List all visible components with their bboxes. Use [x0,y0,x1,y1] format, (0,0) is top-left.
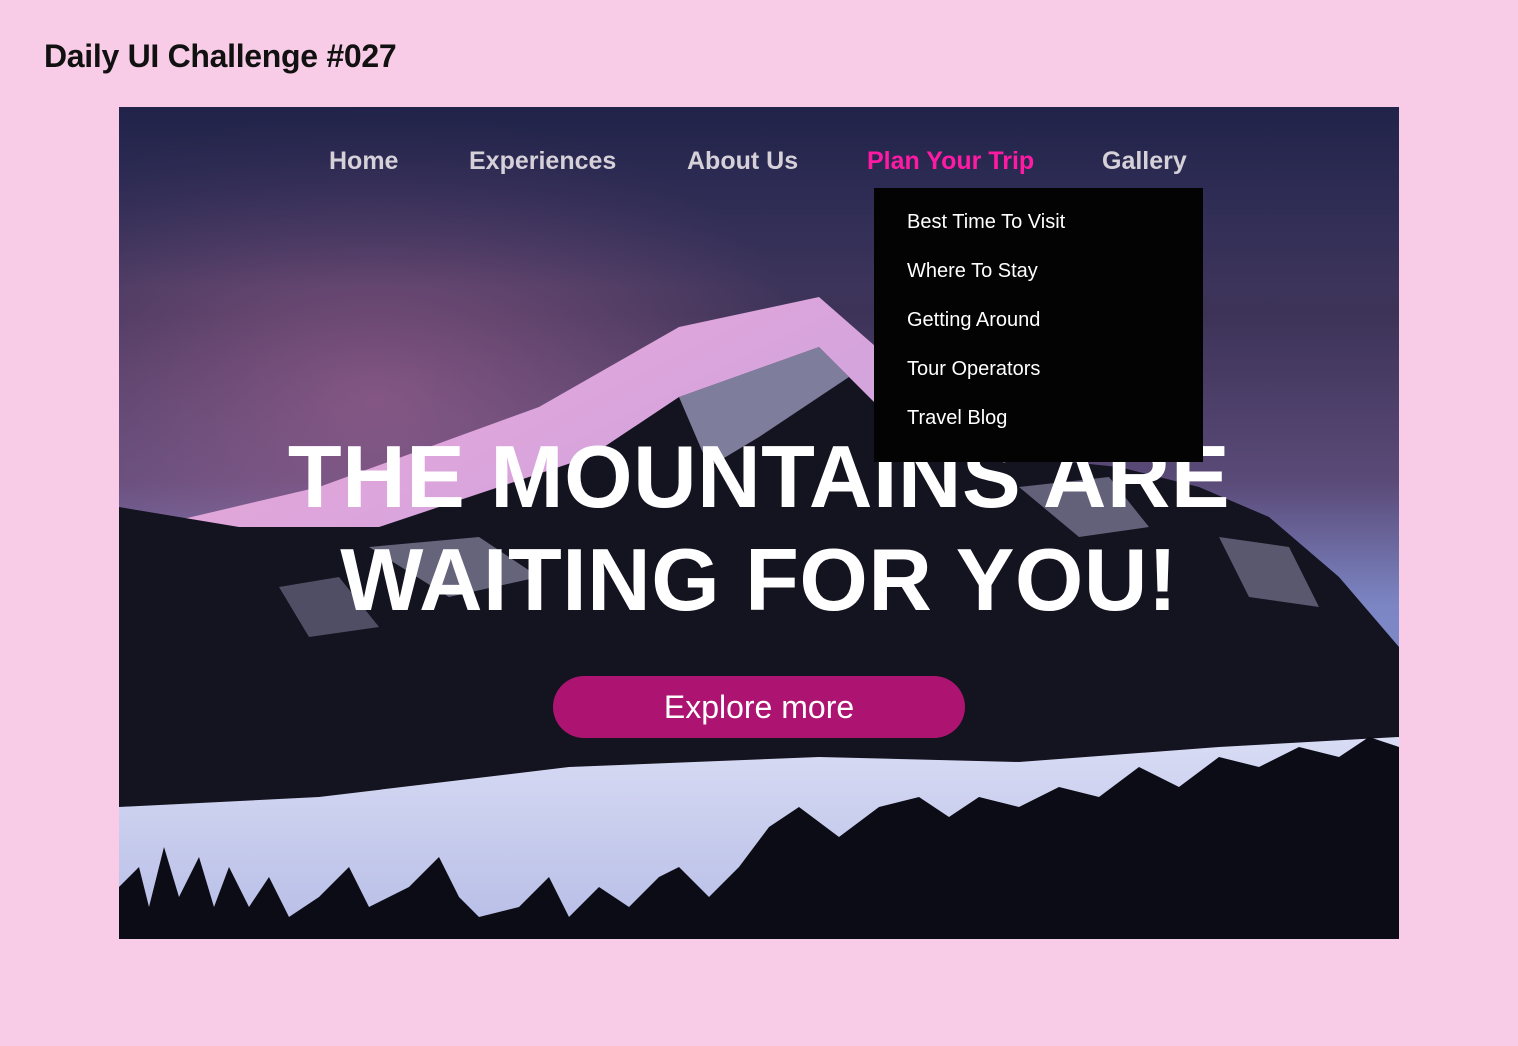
dropdown-item-travel-blog[interactable]: Travel Blog [907,407,1007,430]
hero-frame: Home Experiences About Us Plan Your Trip… [119,107,1399,939]
nav-item-plan-your-trip[interactable]: Plan Your Trip [867,147,1034,176]
plan-your-trip-dropdown: Best Time To Visit Where To Stay Getting… [874,188,1203,462]
dropdown-item-best-time-to-visit[interactable]: Best Time To Visit [907,211,1065,234]
nav-item-experiences[interactable]: Experiences [469,147,616,176]
nav-item-about-us[interactable]: About Us [687,147,798,176]
dropdown-item-tour-operators[interactable]: Tour Operators [907,358,1040,381]
nav-item-home[interactable]: Home [329,147,398,176]
dropdown-item-where-to-stay[interactable]: Where To Stay [907,260,1038,283]
challenge-title: Daily UI Challenge #027 [44,38,397,74]
explore-more-button[interactable]: Explore more [553,676,965,738]
hero-headline-line2: WAITING FOR YOU! [340,530,1178,629]
dropdown-item-getting-around[interactable]: Getting Around [907,309,1040,332]
nav-item-gallery[interactable]: Gallery [1102,147,1187,176]
hero-headline-line1: THE MOUNTAINS ARE [287,427,1231,526]
